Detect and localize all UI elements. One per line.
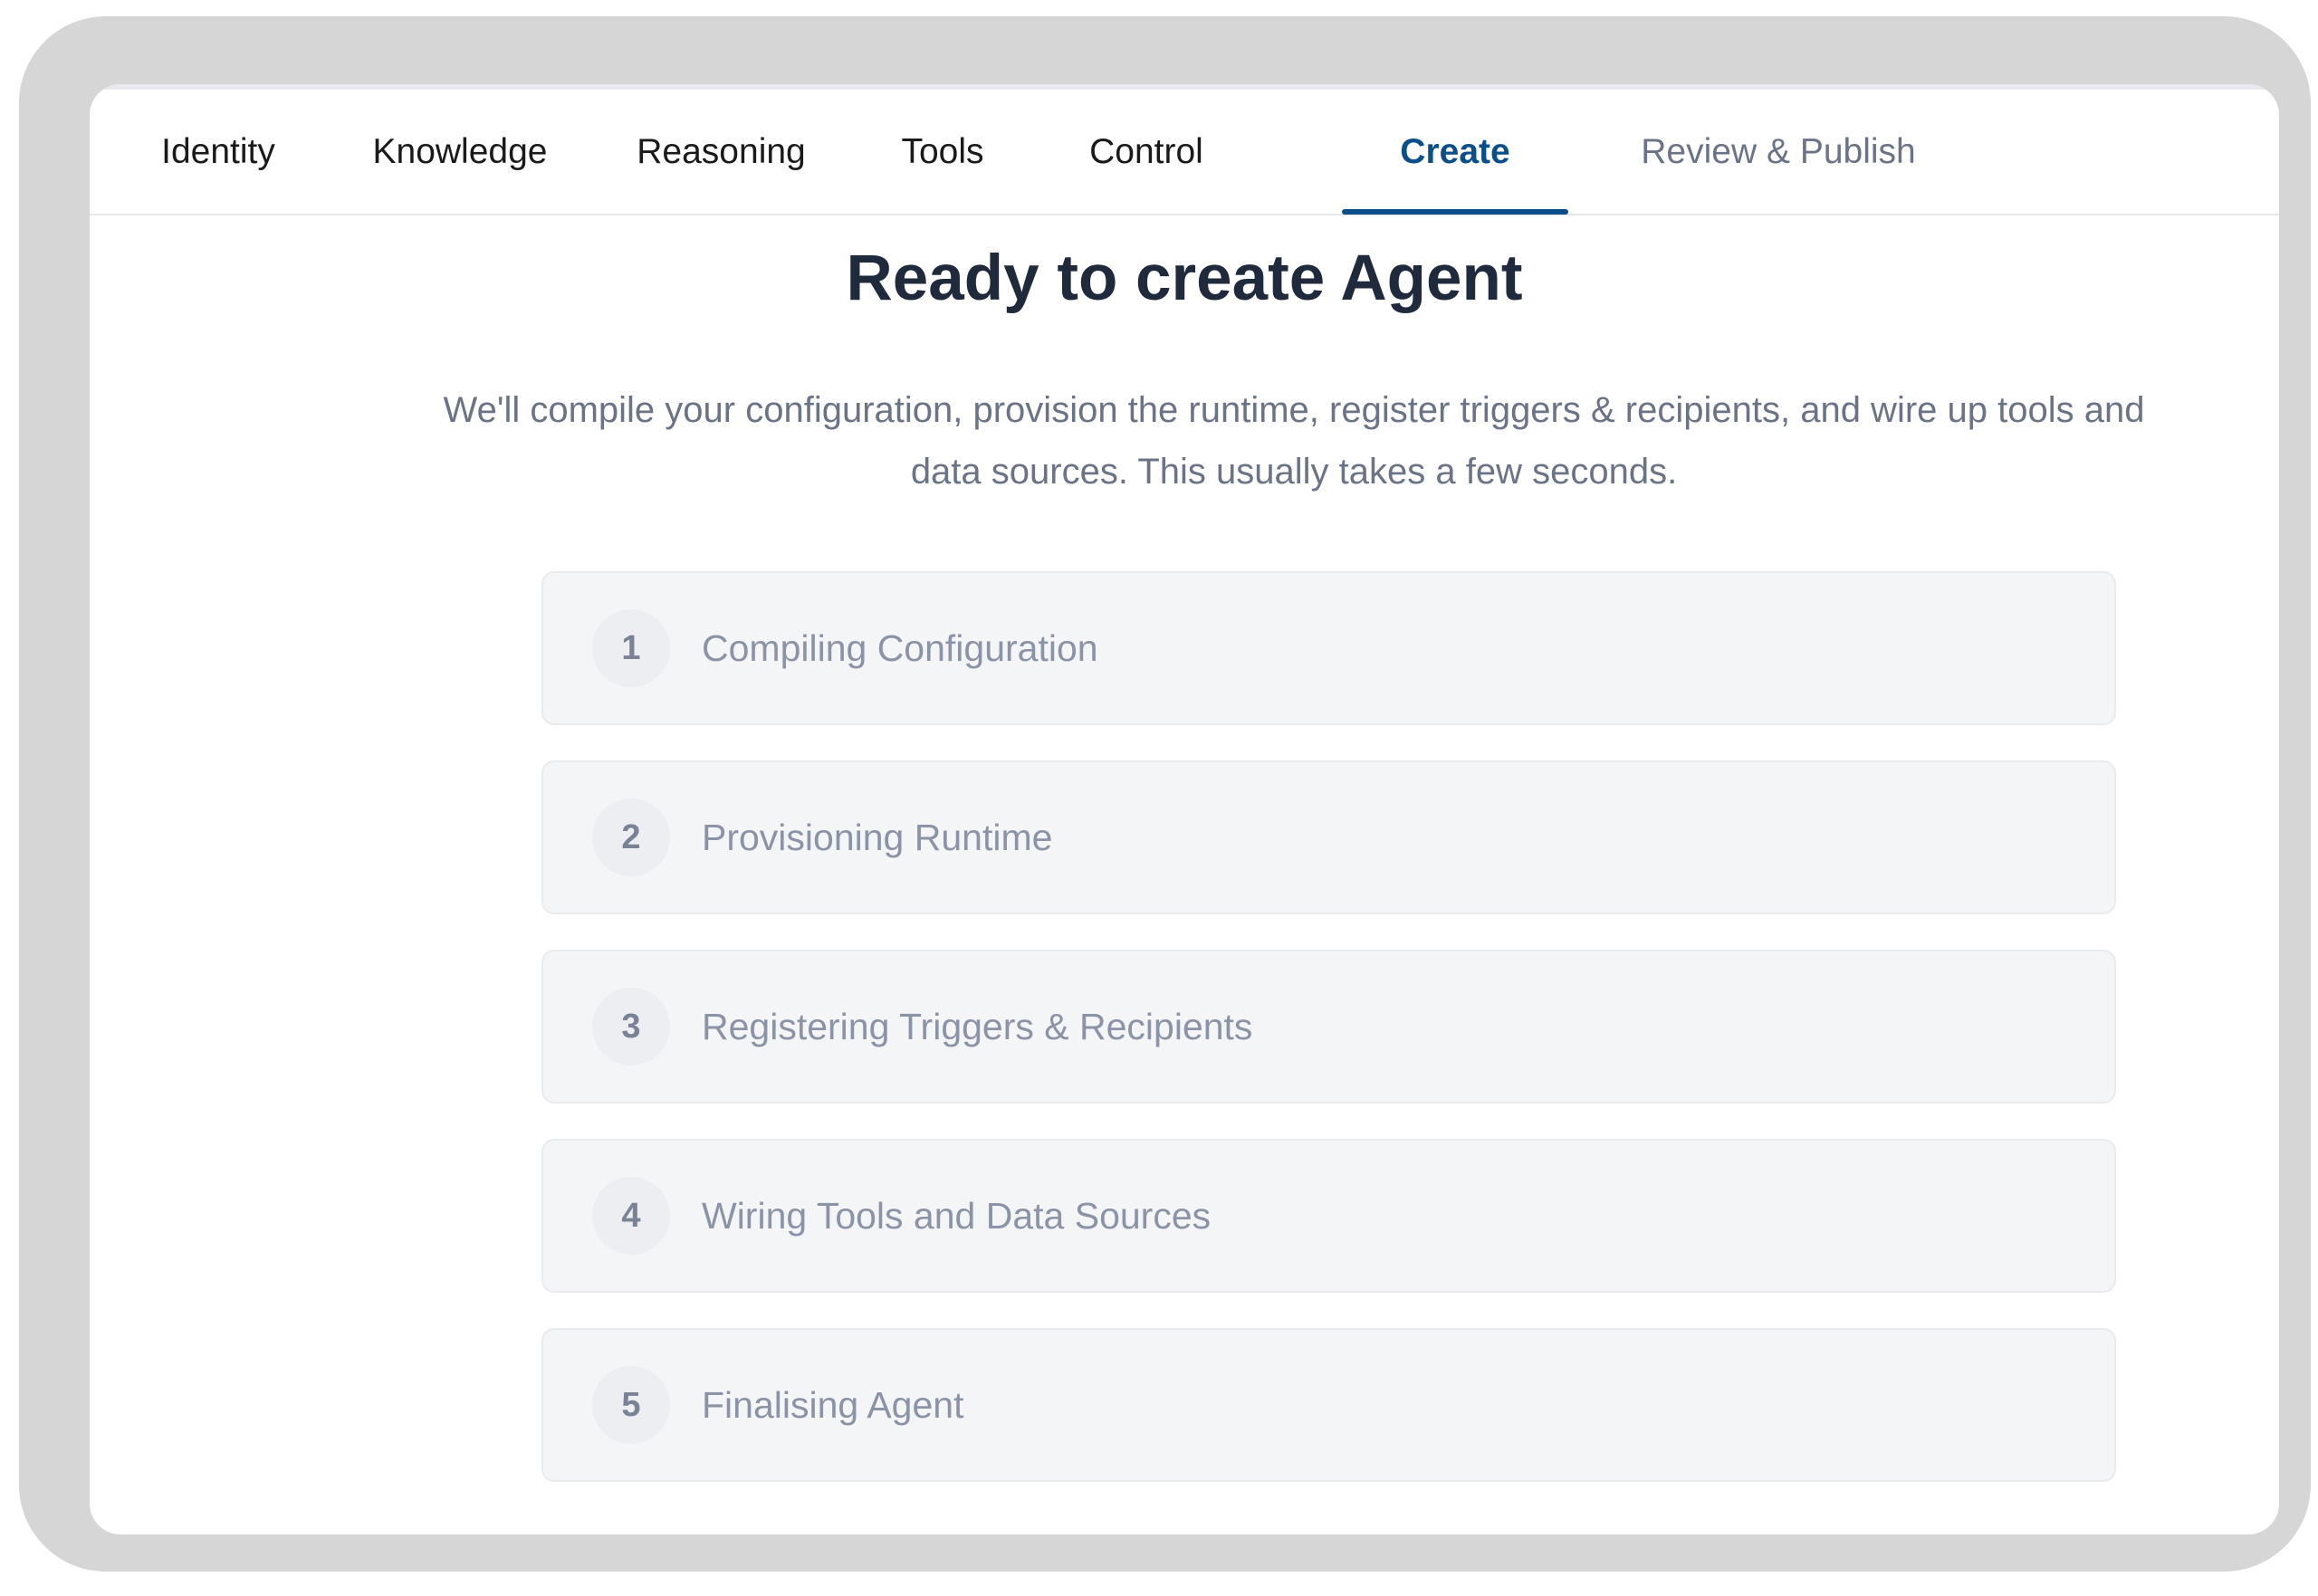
page-description: We'll compile your configuration, provis…	[443, 390, 2145, 492]
step-number-badge: 1	[592, 609, 670, 687]
step-item-compiling-configuration: 1 Compiling Configuration	[541, 571, 2116, 725]
page-title: Ready to create Agent	[846, 243, 1523, 314]
tab-control[interactable]: Control	[1072, 90, 1221, 214]
step-label: Compiling Configuration	[702, 626, 1098, 669]
creation-steps-list: 1 Compiling Configuration 2 Provisioning…	[541, 571, 2116, 1517]
step-item-finalising-agent: 5 Finalising Agent	[541, 1328, 2116, 1482]
device-frame: Identity Knowledge Reasoning Tools Contr…	[19, 16, 2311, 1572]
tab-identity[interactable]: Identity	[135, 90, 302, 214]
step-item-wiring-tools: 4 Wiring Tools and Data Sources	[541, 1139, 2116, 1293]
tab-create[interactable]: Create	[1342, 90, 1568, 215]
step-label: Provisioning Runtime	[702, 816, 1053, 858]
step-label: Finalising Agent	[702, 1383, 964, 1426]
step-number-badge: 3	[592, 988, 670, 1066]
step-label: Registering Triggers & Recipients	[702, 1005, 1253, 1047]
step-item-provisioning-runtime: 2 Provisioning Runtime	[541, 760, 2116, 914]
tab-review-publish[interactable]: Review & Publish	[1611, 90, 1946, 214]
wizard-tab-bar: Identity Knowledge Reasoning Tools Contr…	[90, 90, 2279, 215]
step-number-badge: 4	[592, 1177, 670, 1255]
step-item-registering-triggers: 3 Registering Triggers & Recipients	[541, 950, 2116, 1104]
step-number-badge: 2	[592, 798, 670, 876]
tab-tools[interactable]: Tools	[888, 90, 997, 214]
tab-reasoning[interactable]: Reasoning	[628, 90, 814, 214]
tab-knowledge[interactable]: Knowledge	[364, 90, 556, 214]
step-label: Wiring Tools and Data Sources	[702, 1194, 1212, 1237]
app-screen: Identity Knowledge Reasoning Tools Contr…	[90, 84, 2279, 1534]
step-number-badge: 5	[592, 1366, 670, 1444]
